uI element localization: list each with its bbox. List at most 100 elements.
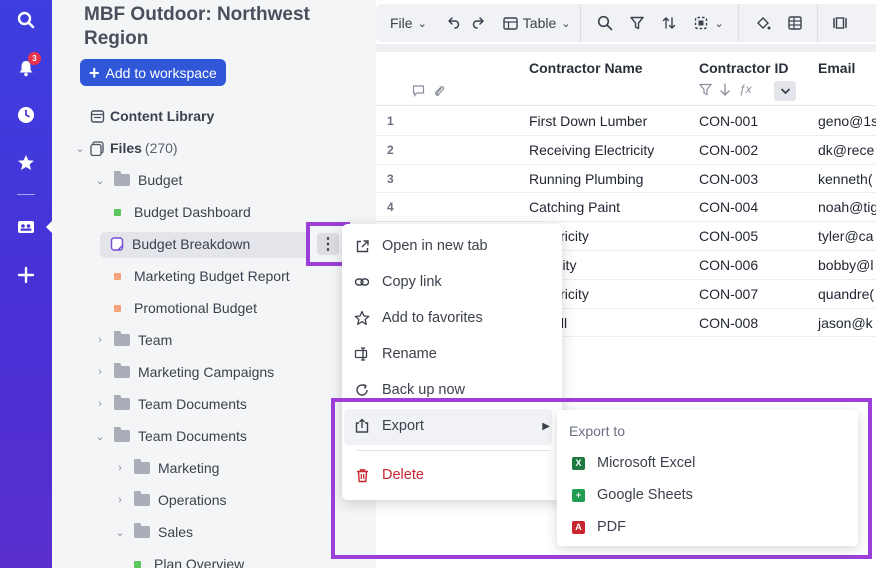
tree-file-budget-breakdown[interactable]: Budget Breakdown [110,232,250,256]
cell-contractor-id[interactable]: CON-002 [699,142,758,158]
search-icon[interactable] [14,8,38,32]
menu-item-rename[interactable]: Rename [354,340,437,368]
tree-file-marketing-budget-report[interactable]: Marketing Budget Report [114,264,290,288]
workspace-icon[interactable] [14,215,38,239]
plus-icon[interactable] [14,263,38,287]
tree-folder-marketing[interactable]: › Marketing [114,456,219,480]
chevron-right-icon[interactable]: › [114,494,126,506]
content-library-item[interactable]: Content Library [90,104,214,128]
tree-folder-team-documents-2[interactable]: ⌄ Team Documents [94,424,247,448]
select-button[interactable]: ⌄ [685,4,737,42]
cell-contractor-id[interactable]: CON-008 [699,315,758,331]
column-header-contractor-id[interactable]: Contractor ID [699,60,788,76]
cell-email[interactable]: tyler@ca [818,228,873,244]
cell-contractor-name[interactable]: First Down Lumber [529,113,647,129]
menu-item-label: Export [382,418,424,434]
menu-item-label: Back up now [382,382,466,398]
tree-file-budget-dashboard[interactable]: Budget Dashboard [114,200,251,224]
menu-item-export[interactable]: Export ▶ [354,412,550,440]
files-item[interactable]: ⌄ Files (270) [74,136,178,160]
columns-button[interactable] [818,4,856,42]
column-header-contractor-name[interactable]: Contractor Name [529,60,643,76]
sort-descending-icon[interactable] [719,83,731,101]
cell-contractor-id[interactable]: CON-001 [699,113,758,129]
column-header-email[interactable]: Email [818,60,855,76]
column-menu-button[interactable] [774,81,796,101]
tree-file-plan-overview[interactable]: Plan Overview [134,552,244,568]
menu-item-add-favorites[interactable]: Add to favorites [354,304,483,332]
file-menu-button[interactable]: File ⌄ [376,4,435,42]
search-button[interactable] [581,4,621,42]
table-row[interactable]: 2 Receiving Electricity CON-002 dk@rece [376,135,876,164]
formula-icon[interactable]: ƒx [739,82,752,96]
search-icon [598,15,613,31]
filter-icon[interactable] [698,83,713,101]
grid-button[interactable] [779,4,817,42]
chevron-right-icon[interactable]: › [114,462,126,474]
export-item-label: Google Sheets [597,487,693,503]
cell-email[interactable]: bobby@l [818,257,873,273]
tree-folder-operations[interactable]: › Operations [114,488,226,512]
export-pdf-item[interactable]: A PDF [572,515,626,539]
table-view-button[interactable]: Table ⌄ [493,4,581,42]
chevron-down-icon[interactable]: ⌄ [114,526,126,539]
folder-icon [114,427,130,442]
add-to-workspace-button[interactable]: + Add to workspace [80,59,226,86]
export-item-label: PDF [597,519,626,535]
star-icon[interactable] [14,151,38,175]
cell-contractor-id[interactable]: CON-003 [699,171,758,187]
tree-folder-marketing-campaigns[interactable]: › Marketing Campaigns [94,360,274,384]
fill-color-button[interactable] [739,4,779,42]
cell-contractor-name[interactable]: Receiving Electricity [529,142,654,158]
cell-contractor-id[interactable]: CON-006 [699,257,758,273]
cell-contractor-name[interactable]: Running Plumbing [529,171,643,187]
table-row[interactable]: 1 First Down Lumber CON-001 geno@1s [376,106,876,135]
chevron-down-icon[interactable]: ⌄ [74,142,86,155]
sort-icon [663,17,676,29]
chevron-right-icon[interactable]: › [94,398,106,410]
chevron-down-icon[interactable]: ⌄ [94,430,106,443]
cell-contractor-id[interactable]: CON-005 [699,228,758,244]
files-count: (270) [144,140,178,156]
bell-icon[interactable]: 3 [14,52,41,80]
kebab-icon: ⋮ [320,236,336,253]
cell-email[interactable]: jason@k [818,315,873,331]
cell-email[interactable]: kenneth( [818,171,872,187]
menu-item-copy-link[interactable]: Copy link [354,268,442,296]
tree-folder-team[interactable]: › Team [94,328,172,352]
redo-button[interactable] [465,4,493,42]
redo-icon [472,17,484,29]
sort-button[interactable] [653,4,685,42]
cell-contractor-id[interactable]: CON-007 [699,286,758,302]
menu-item-delete[interactable]: Delete [354,461,424,489]
tree-label: Team [138,332,173,348]
cell-contractor-name[interactable]: Catching Paint [529,199,620,215]
chevron-right-icon[interactable]: › [94,334,106,346]
export-excel-item[interactable]: X Microsoft Excel [572,451,695,475]
cell-email[interactable]: geno@1s [818,113,876,129]
table-row[interactable]: 3 Running Plumbing CON-003 kenneth( [376,164,876,193]
chevron-right-icon[interactable]: › [94,366,106,378]
menu-item-label: Add to favorites [382,310,483,326]
cell-email[interactable]: quandre( [818,286,874,302]
tree-label: Marketing Budget Report [134,268,290,284]
menu-item-open-new-tab[interactable]: Open in new tab [354,232,488,260]
more-options-button[interactable]: ⋮ [317,233,339,255]
row-number: 4 [387,200,394,215]
filter-button[interactable] [621,4,653,42]
cell-contractor-id[interactable]: CON-004 [699,199,758,215]
table-row[interactable]: 4 Catching Paint CON-004 noah@tig [376,192,876,221]
clock-icon[interactable] [14,103,38,127]
cell-email[interactable]: dk@rece [818,142,874,158]
cell-email[interactable]: noah@tig [818,199,876,215]
folder-icon [114,363,130,378]
chevron-down-icon[interactable]: ⌄ [94,174,106,187]
tree-folder-sales[interactable]: ⌄ Sales [114,520,193,544]
tree-file-promotional-budget[interactable]: Promotional Budget [114,296,257,320]
tree-folder-budget[interactable]: ⌄ Budget [94,168,182,192]
undo-button[interactable] [435,4,465,42]
export-sheets-item[interactable]: + Google Sheets [572,483,693,507]
table-icon [503,16,518,30]
tree-folder-team-documents[interactable]: › Team Documents [94,392,247,416]
document-icon [110,237,124,251]
